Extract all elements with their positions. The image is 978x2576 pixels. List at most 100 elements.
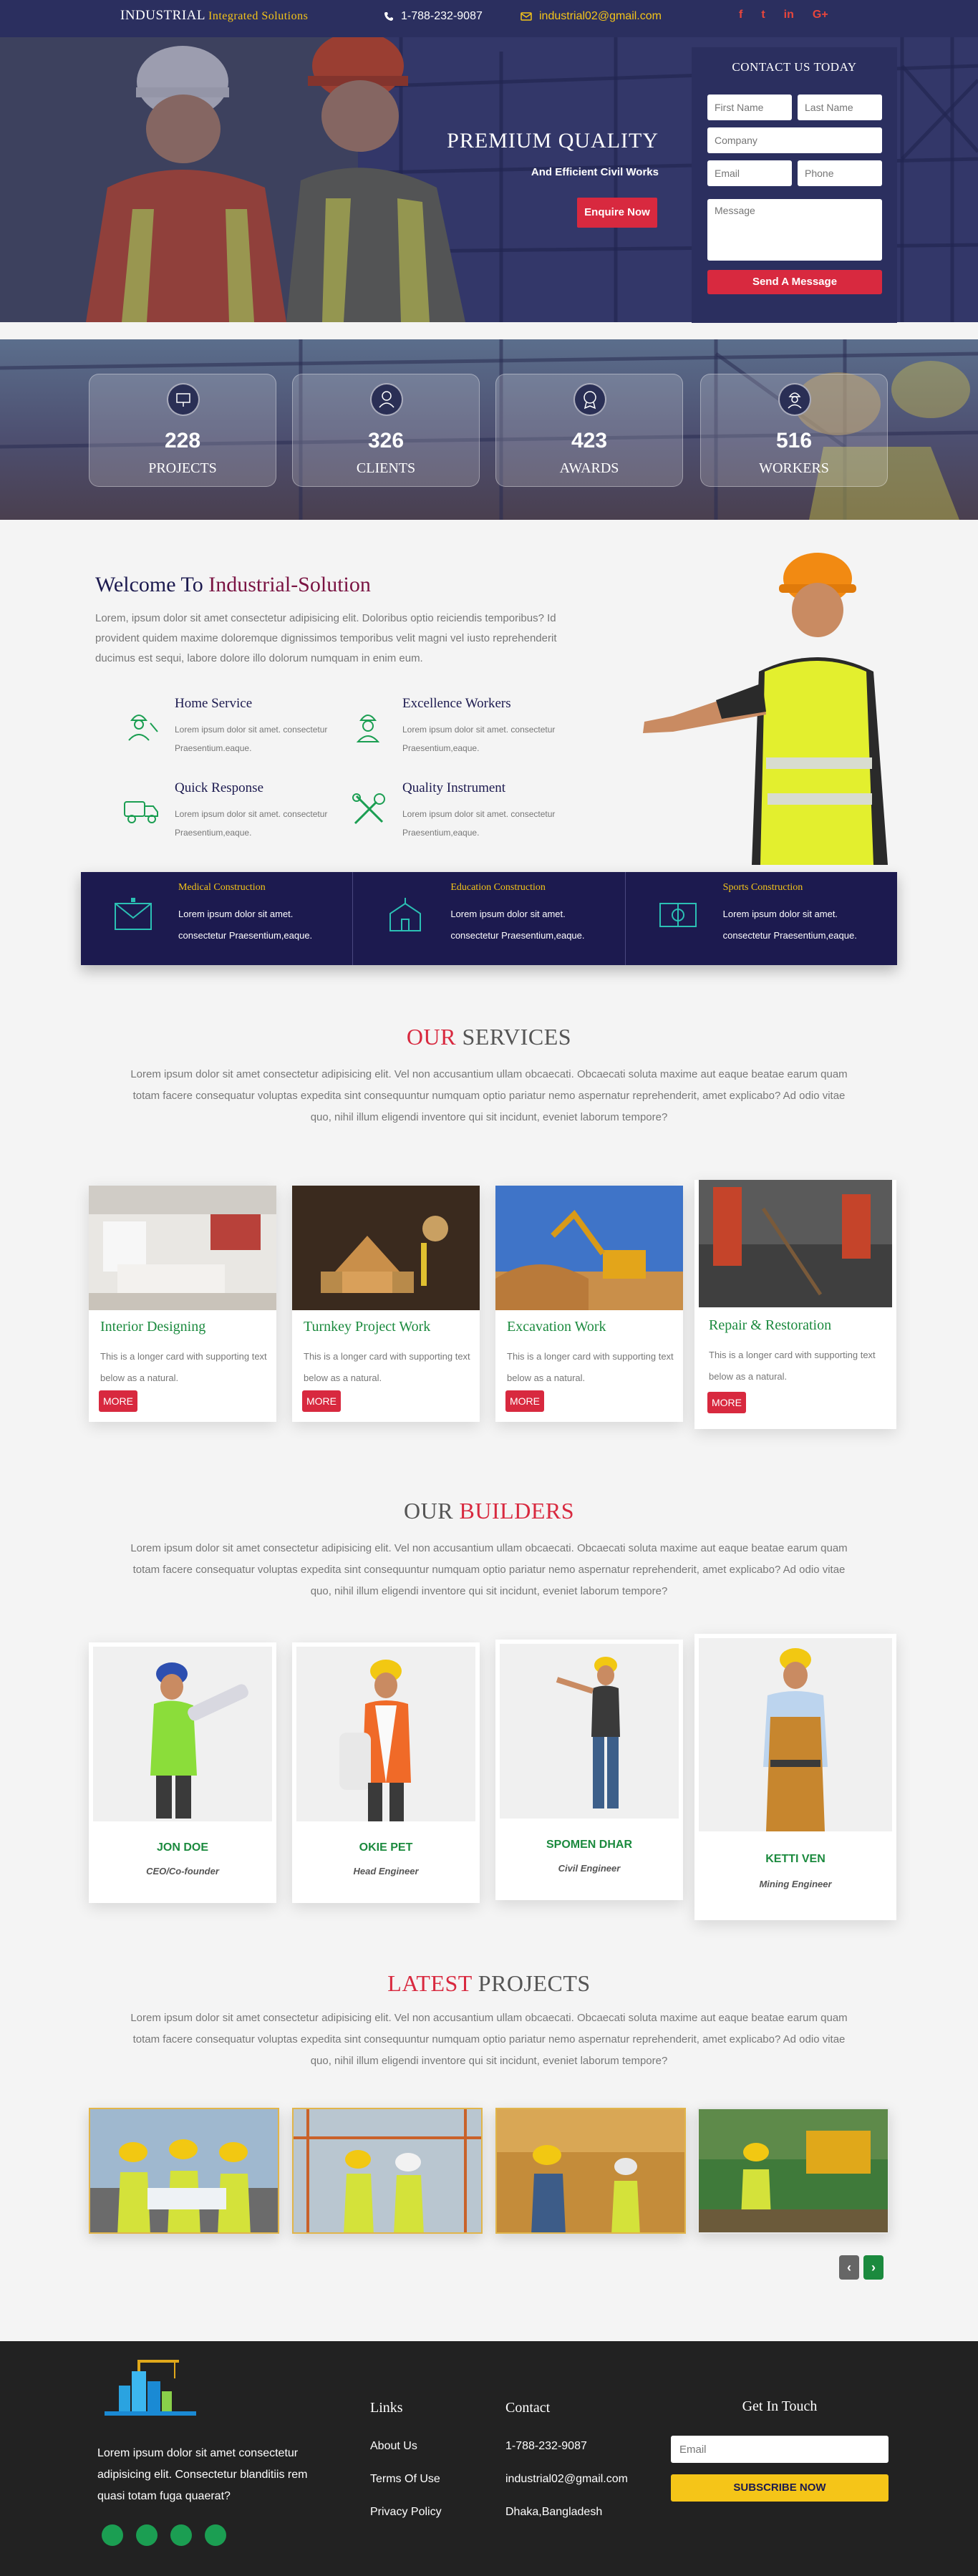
enquire-now-button[interactable]: Enquire Now bbox=[577, 198, 657, 228]
turnkey-image bbox=[292, 1186, 480, 1310]
user-icon bbox=[370, 383, 403, 416]
builder-photo bbox=[500, 1644, 679, 1819]
service-card-excavation[interactable]: Excavation Work This is a longer card wi… bbox=[495, 1186, 683, 1422]
bar-item-title: Medical Construction bbox=[178, 882, 266, 893]
feature-text: Lorem ipsum dolor sit amet. consectetur … bbox=[402, 725, 556, 753]
worker-icon bbox=[778, 383, 811, 416]
linkedin-icon[interactable]: in bbox=[784, 9, 794, 21]
contact-form: CONTACT US TODAY Send A Message bbox=[692, 47, 897, 323]
message-field[interactable] bbox=[707, 199, 882, 261]
builder-name: KETTI VEN bbox=[765, 1853, 826, 1865]
top-bar: INDUSTRIAL Integrated Solutions 1-788-232… bbox=[0, 0, 978, 37]
stat-card-clients: 326 CLIENTS bbox=[292, 374, 480, 487]
send-message-button[interactable]: Send A Message bbox=[707, 270, 882, 294]
facebook-icon[interactable] bbox=[102, 2524, 123, 2546]
welcome-paragraph: Lorem, ipsum dolor sit amet consectetur … bbox=[95, 612, 557, 664]
phone-icon bbox=[384, 12, 393, 21]
builders-title: OUR BUILDERS bbox=[0, 1498, 978, 1524]
welcome-title: Welcome To Industrial-Solution bbox=[95, 573, 371, 597]
builder-card[interactable]: JON DOE CEO/Co-founder bbox=[89, 1642, 276, 1903]
medical-construction-item: Medical Construction Lorem ipsum dolor s… bbox=[81, 872, 354, 965]
stat-value: 326 bbox=[367, 429, 405, 452]
subscribe-button[interactable]: SUBSCRIBE NOW bbox=[671, 2474, 889, 2502]
last-name-field[interactable] bbox=[798, 95, 882, 120]
feature-text: Lorem ipsum dolor sit amet. consectetur … bbox=[175, 809, 328, 838]
footer-contact-email[interactable]: industrial02@gmail.com bbox=[505, 2473, 628, 2486]
stat-value: 516 bbox=[775, 429, 813, 452]
footer-about: Lorem ipsum dolor sit amet consectetur a… bbox=[97, 2447, 308, 2502]
topbar-phone[interactable]: 1-788-232-9087 bbox=[384, 10, 483, 23]
feature-title: Quality Instrument bbox=[402, 780, 506, 795]
service-card-turnkey[interactable]: Turnkey Project Work This is a longer ca… bbox=[292, 1186, 480, 1422]
builder-photo bbox=[93, 1647, 272, 1821]
welcome-title-prefix: Welcome To bbox=[95, 573, 203, 596]
twitter-icon[interactable] bbox=[136, 2524, 158, 2546]
project-image[interactable] bbox=[495, 2108, 686, 2234]
sports-construction-item: Sports Construction Lorem ipsum dolor si… bbox=[626, 872, 897, 965]
builder-photo bbox=[296, 1647, 475, 1821]
builder-role: CEO/Co-founder bbox=[146, 1866, 219, 1877]
project-image[interactable] bbox=[697, 2108, 889, 2234]
phone-field[interactable] bbox=[798, 160, 882, 186]
bar-item-text: Lorem ipsum dolor sit amet. consectetur … bbox=[722, 909, 857, 941]
projects-paragraph: Lorem ipsum dolor sit amet consectetur a… bbox=[130, 2012, 848, 2067]
builder-card[interactable]: SPOMEN DHAR Civil Engineer bbox=[495, 1640, 683, 1900]
footer-social bbox=[102, 2524, 226, 2546]
brand-logo[interactable]: INDUSTRIAL Integrated Solutions bbox=[120, 8, 308, 24]
first-name-field[interactable] bbox=[707, 95, 792, 120]
footer-links-title: Links bbox=[370, 2400, 403, 2416]
card-text: This is a longer card with supporting te… bbox=[507, 1351, 674, 1383]
footer-contact-phone[interactable]: 1-788-232-9087 bbox=[505, 2440, 587, 2453]
footer-link-about[interactable]: About Us bbox=[370, 2440, 417, 2453]
builder-role: Civil Engineer bbox=[558, 1863, 621, 1874]
topbar-social: f t in G+ bbox=[739, 9, 828, 21]
more-button[interactable]: MORE bbox=[707, 1392, 746, 1413]
company-field[interactable] bbox=[707, 127, 882, 153]
footer: Lorem ipsum dolor sit amet consectetur a… bbox=[0, 2341, 978, 2576]
services-paragraph: Lorem ipsum dolor sit amet consectetur a… bbox=[130, 1068, 848, 1123]
card-text: This is a longer card with supporting te… bbox=[709, 1350, 876, 1382]
carousel-next-button[interactable]: › bbox=[863, 2255, 883, 2280]
education-construction-item: Education Construction Lorem ipsum dolor… bbox=[353, 872, 626, 965]
footer-contact-title: Contact bbox=[505, 2400, 551, 2416]
feature-quality-instrument: Quality Instrument Lorem ipsum dolor sit… bbox=[348, 780, 563, 859]
brand-subtitle: Integrated Solutions bbox=[208, 10, 309, 22]
service-card-repair[interactable]: Repair & Restoration This is a longer ca… bbox=[694, 1180, 896, 1429]
feature-title: Excellence Workers bbox=[402, 696, 511, 711]
school-icon bbox=[389, 898, 422, 931]
more-button[interactable]: MORE bbox=[302, 1390, 341, 1412]
footer-link-privacy[interactable]: Privacy Policy bbox=[370, 2506, 442, 2519]
topbar-email[interactable]: industrial02@gmail.com bbox=[521, 10, 662, 23]
services-title: OUR SERVICES bbox=[0, 1024, 978, 1050]
instagram-icon[interactable] bbox=[170, 2524, 192, 2546]
services-title-red: OUR bbox=[406, 1024, 456, 1050]
truck-icon bbox=[124, 801, 158, 823]
worker-icon bbox=[128, 715, 158, 741]
email-field[interactable] bbox=[707, 160, 792, 186]
card-title: Excavation Work bbox=[507, 1319, 606, 1335]
card-text: This is a longer card with supporting te… bbox=[100, 1351, 267, 1383]
stats-section: 228 PROJECTS 326 CLIENTS 423 AWARDS 516 … bbox=[0, 339, 978, 520]
builder-card[interactable]: OKIE PET Head Engineer bbox=[292, 1642, 480, 1903]
carousel-prev-button[interactable]: ‹ bbox=[839, 2255, 859, 2280]
facebook-icon[interactable]: f bbox=[739, 9, 742, 21]
stat-label: WORKERS bbox=[759, 460, 829, 476]
more-button[interactable]: MORE bbox=[505, 1390, 544, 1412]
topbar-email-text: industrial02@gmail.com bbox=[539, 10, 662, 22]
company-logo[interactable] bbox=[100, 2357, 200, 2431]
newsletter-email-input[interactable] bbox=[671, 2436, 889, 2463]
google-plus-icon[interactable] bbox=[205, 2524, 226, 2546]
builder-card[interactable]: KETTI VEN Mining Engineer bbox=[694, 1634, 896, 1920]
project-image[interactable] bbox=[89, 2108, 279, 2234]
builder-photo bbox=[699, 1638, 892, 1831]
stat-value: 423 bbox=[571, 429, 608, 452]
welcome-title-highlight: Industrial-Solution bbox=[208, 573, 371, 596]
footer-link-terms[interactable]: Terms Of Use bbox=[370, 2473, 440, 2486]
more-button[interactable]: MORE bbox=[99, 1390, 137, 1412]
project-image[interactable] bbox=[292, 2108, 483, 2234]
google-plus-icon[interactable]: G+ bbox=[813, 9, 828, 21]
builder-name: SPOMEN DHAR bbox=[546, 1839, 632, 1851]
twitter-icon[interactable]: t bbox=[761, 9, 765, 21]
service-card-interior[interactable]: Interior Designing This is a longer card… bbox=[89, 1186, 276, 1422]
bar-item-title: Education Construction bbox=[450, 882, 546, 893]
